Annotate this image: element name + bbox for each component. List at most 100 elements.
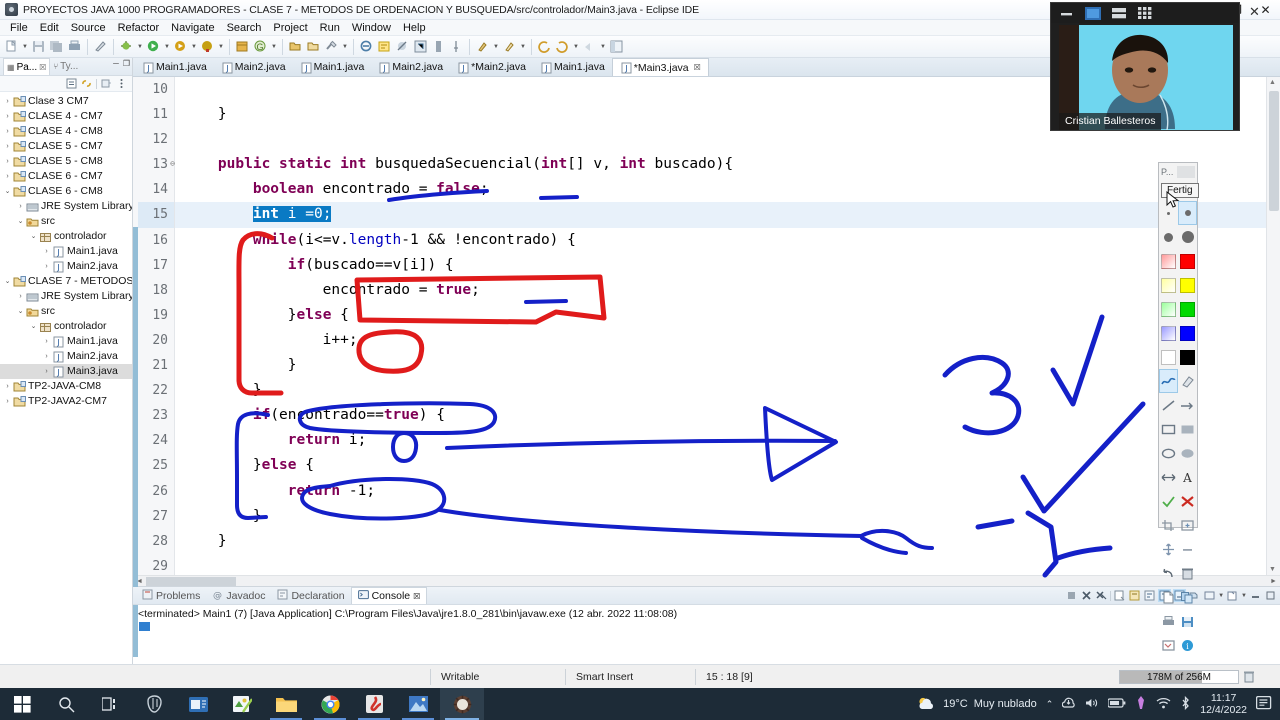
scroll-down-icon[interactable]: ▼ xyxy=(1269,566,1276,573)
code-line-23[interactable]: if(encontrado==true) { xyxy=(175,403,1266,428)
weather-widget[interactable]: 19°C Muy nublado xyxy=(917,696,1037,712)
skip-breakpoints-icon[interactable] xyxy=(394,38,411,56)
filled-ellipse-icon[interactable] xyxy=(1178,441,1197,465)
editor-tab-main1-java[interactable]: J Main1.java xyxy=(533,58,612,76)
tree-item-main2-java[interactable]: › J Main2.java xyxy=(0,349,132,364)
taskbar-pdf[interactable] xyxy=(352,688,396,720)
tree-item-clase-4-cm8[interactable]: › CLASE 4 - CM8 xyxy=(0,124,132,139)
minimize-console-icon[interactable] xyxy=(1249,589,1262,602)
pin-icon[interactable] xyxy=(448,38,465,56)
focus-icon[interactable] xyxy=(101,78,112,89)
tree-item-main1-java[interactable]: › J Main1.java xyxy=(0,244,132,259)
show-hidden-icons-chevron-icon[interactable]: ⌃ xyxy=(1046,699,1054,710)
print-icon[interactable] xyxy=(66,38,83,56)
menu-item-window[interactable]: Window xyxy=(346,20,397,36)
tree-item-controlador[interactable]: ⌄ controlador xyxy=(0,319,132,334)
quick-access-icon[interactable] xyxy=(92,38,109,56)
palette-handle[interactable] xyxy=(1177,166,1195,178)
tree-item-clase-7-metodos[interactable]: ⌄ CLASE 7 - METODOS xyxy=(0,274,132,289)
arrow-icon[interactable] xyxy=(1178,393,1197,417)
line-number-18[interactable]: 18 xyxy=(133,278,174,303)
code-line-24[interactable]: return i; xyxy=(175,428,1266,453)
step-into-icon[interactable] xyxy=(412,38,429,56)
code-line-26[interactable]: return -1; xyxy=(175,479,1266,504)
debug-icon[interactable] xyxy=(118,38,135,56)
console-tab-problems[interactable]: Problems xyxy=(136,587,206,604)
editor-tab-main2-java[interactable]: J *Main2.java xyxy=(450,58,533,76)
new-package-dropdown-icon[interactable]: ▼ xyxy=(270,38,278,56)
chevron-down-icon[interactable]: ⌄ xyxy=(2,274,13,289)
chevron-right-icon[interactable]: › xyxy=(15,289,26,304)
menu-item-project[interactable]: Project xyxy=(267,20,313,36)
line-number-21[interactable]: 21 xyxy=(133,353,174,378)
undo-icon[interactable] xyxy=(1159,561,1178,585)
line-number-25[interactable]: 25 xyxy=(133,453,174,478)
color-swatch-0-1[interactable] xyxy=(1178,249,1197,273)
console-select-dropdown-icon[interactable]: ▼ xyxy=(1218,593,1224,599)
cross-icon[interactable] xyxy=(1178,489,1197,513)
taskbar-postgresql[interactable] xyxy=(132,688,176,720)
editor-tab-main2-java[interactable]: J Main2.java xyxy=(214,58,293,76)
view-menu-icon[interactable] xyxy=(116,78,127,89)
close-icon[interactable]: ☒ xyxy=(39,63,46,72)
tree-item-clase-6-cm8[interactable]: ⌄ CLASE 6 - CM8 xyxy=(0,184,132,199)
webcam-overlay[interactable]: Cristian Ballesteros xyxy=(1050,2,1240,131)
line-number-24[interactable]: 24 xyxy=(133,428,174,453)
run-last-dropdown-icon[interactable]: ▼ xyxy=(519,38,527,56)
link-editor-icon[interactable] xyxy=(358,38,375,56)
code-line-21[interactable]: } xyxy=(175,353,1266,378)
chevron-right-icon[interactable]: › xyxy=(2,154,13,169)
horizontal-scrollbar[interactable]: ◄ ► xyxy=(133,575,1280,586)
line-number-13[interactable]: 13 xyxy=(133,151,175,177)
open-type-icon[interactable] xyxy=(287,38,304,56)
volume-icon[interactable] xyxy=(1085,697,1099,712)
maximize-view-icon[interactable]: ❐ xyxy=(123,59,130,68)
toggle-mark-occurrences-icon[interactable] xyxy=(376,38,393,56)
taskbar-eclipse[interactable] xyxy=(440,688,484,720)
chevron-right-icon[interactable]: › xyxy=(41,259,52,274)
line-number-16[interactable]: 16 xyxy=(133,228,174,253)
tool-button-grid[interactable]: Ai xyxy=(1159,369,1197,657)
tree-item-clase-5-cm7[interactable]: › CLASE 5 - CM7 xyxy=(0,139,132,154)
double-arrow-icon[interactable] xyxy=(1159,465,1178,489)
console-tab-declaration[interactable]: Declaration xyxy=(271,587,350,604)
line-number-26[interactable]: 26 xyxy=(133,479,174,504)
display-selected-console-icon[interactable] xyxy=(1203,589,1216,602)
chevron-right-icon[interactable]: › xyxy=(41,364,52,379)
code-line-16[interactable]: while(i<=v.length-1 && !encontrado) { xyxy=(175,228,1266,253)
minimize-icon[interactable] xyxy=(1059,7,1075,20)
chevron-right-icon[interactable]: › xyxy=(2,394,13,409)
zoom-icon[interactable] xyxy=(1178,513,1197,537)
taskbar-mail[interactable] xyxy=(176,688,220,720)
run-last-tool-icon[interactable] xyxy=(501,38,518,56)
tree-item-main2-java[interactable]: › J Main2.java xyxy=(0,259,132,274)
scroll-up-icon[interactable]: ▲ xyxy=(1269,79,1276,86)
code-line-13[interactable]: public static int busquedaSecuencial(int… xyxy=(175,152,1266,177)
open-console-dropdown-icon[interactable]: ▼ xyxy=(1241,593,1247,599)
tree-item-clase-5-cm8[interactable]: › CLASE 5 - CM8 xyxy=(0,154,132,169)
taskbar-search[interactable] xyxy=(44,688,88,720)
console-output[interactable]: <terminated> Main1 (7) [Java Application… xyxy=(133,605,1280,664)
line-number-29[interactable]: 29 xyxy=(133,554,174,579)
code-line-29[interactable] xyxy=(175,554,1266,575)
source-code[interactable]: } public static int busquedaSecuencial(i… xyxy=(175,77,1266,575)
tree-item-jre-system-library[interactable]: › JRE System Library xyxy=(0,199,132,214)
new-java-project-icon[interactable] xyxy=(234,38,251,56)
chevron-right-icon[interactable]: › xyxy=(2,169,13,184)
code-line-27[interactable]: } xyxy=(175,504,1266,529)
forward-icon[interactable] xyxy=(554,38,571,56)
new-dropdown-icon[interactable]: ▼ xyxy=(21,38,29,56)
menu-item-help[interactable]: Help xyxy=(397,20,432,36)
external-tools-dropdown-icon[interactable]: ▼ xyxy=(492,38,500,56)
color-swatch-1-0[interactable] xyxy=(1159,273,1178,297)
open-resource-icon[interactable] xyxy=(305,38,322,56)
line-number-14[interactable]: 14 xyxy=(133,177,174,202)
chevron-right-icon[interactable]: › xyxy=(41,244,52,259)
chevron-right-icon[interactable]: › xyxy=(2,124,13,139)
code-line-20[interactable]: i++; xyxy=(175,328,1266,353)
color-swatch-grid[interactable] xyxy=(1159,249,1197,369)
menu-item-file[interactable]: File xyxy=(4,20,34,36)
trash-icon[interactable] xyxy=(1243,670,1256,683)
line-number-11[interactable]: 11 xyxy=(133,102,174,127)
line-number-22[interactable]: 22 xyxy=(133,378,174,403)
